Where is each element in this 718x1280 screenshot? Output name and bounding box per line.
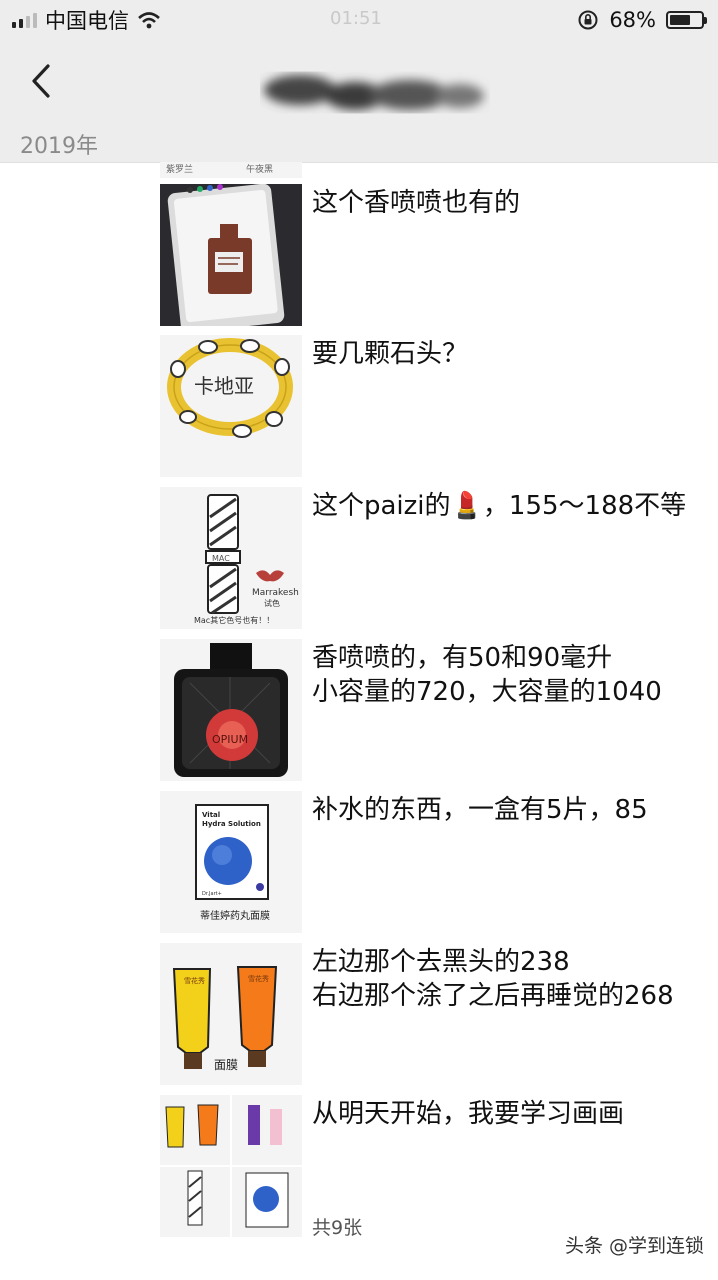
battery-icon	[666, 11, 707, 29]
watermark: 头条 @学到连锁	[564, 1235, 704, 1257]
status-right: 68%	[577, 6, 707, 34]
strip-label: 紫罗兰	[166, 165, 194, 175]
left-tube-brand: 雪花秀	[184, 976, 205, 985]
black-opium-thumbnail[interactable]: OPIUM	[160, 639, 302, 781]
carrier-label: 中国电信	[45, 9, 129, 33]
mask-caption: 蒂佳婷药丸面膜	[200, 909, 270, 922]
battery-fill	[670, 15, 691, 25]
bracelet-engraving: 卡地亚	[194, 374, 254, 398]
mask-brand: Vital	[202, 811, 220, 819]
post-text: 从明天开始，我要学习画画	[312, 1099, 625, 1129]
image-count: 共9张	[312, 1217, 363, 1239]
mask-maker: Dr.Jart+	[202, 891, 222, 897]
post-text: 这个香喷喷也有的	[312, 188, 521, 218]
status-bar: 中国电信 01:51 68%	[0, 0, 718, 40]
lipstick-brand: MAC	[212, 554, 230, 563]
year-label: 2019年	[20, 134, 98, 159]
perfume-bottle-thumbnail[interactable]	[160, 184, 302, 326]
post-text: 要几颗石头？	[312, 339, 469, 369]
signal-icon	[12, 12, 37, 28]
chevron-left-icon[interactable]	[24, 58, 64, 104]
status-left: 中国电信	[12, 6, 161, 34]
right-tube-brand: 雪花秀	[248, 974, 269, 983]
previous-item-strip: 紫罗兰 午夜黑	[160, 162, 302, 178]
year-header: 2019年	[0, 122, 718, 163]
wifi-icon	[138, 12, 160, 29]
shade-name: Marrakesh	[252, 588, 299, 598]
post-text: 左边那个去黑头的238 右边那个涂了之后再睡觉的268	[312, 947, 674, 1011]
face-mask-thumbnail[interactable]: Vital Hydra Solution Dr.Jart+ 蒂佳婷药丸面膜	[160, 791, 302, 933]
nav-bar	[0, 40, 718, 122]
lipstick-thumbnail[interactable]: MAC Marrakesh 试色 Mac其它色号也有！！	[160, 487, 302, 629]
status-time: 01:51	[330, 8, 382, 29]
post-text: 香喷喷的，有50和90毫升 小容量的720，大容量的1040	[312, 643, 662, 707]
post-text: 这个paizi的💄，155～188不等	[312, 491, 687, 521]
rotation-lock-icon	[578, 10, 598, 30]
mask-product: Hydra Solution	[202, 820, 261, 828]
perfume-label: OPIUM	[212, 733, 248, 746]
redacted-name	[264, 75, 484, 110]
bracelet-thumbnail[interactable]: 卡地亚	[160, 335, 302, 477]
battery-percent: 68%	[609, 8, 656, 32]
post-text: 补水的东西，一盒有5片，85	[312, 795, 648, 825]
collage-thumbnail[interactable]	[160, 1095, 302, 1237]
sulwhasoo-thumbnail[interactable]: 雪花秀 雪花秀 面膜	[160, 943, 302, 1085]
lipstick-note: Mac其它色号也有！！	[194, 615, 274, 625]
mask-word: 面膜	[214, 1058, 238, 1072]
shade-label: 试色	[264, 598, 280, 608]
strip-label: 午夜黑	[246, 165, 274, 175]
